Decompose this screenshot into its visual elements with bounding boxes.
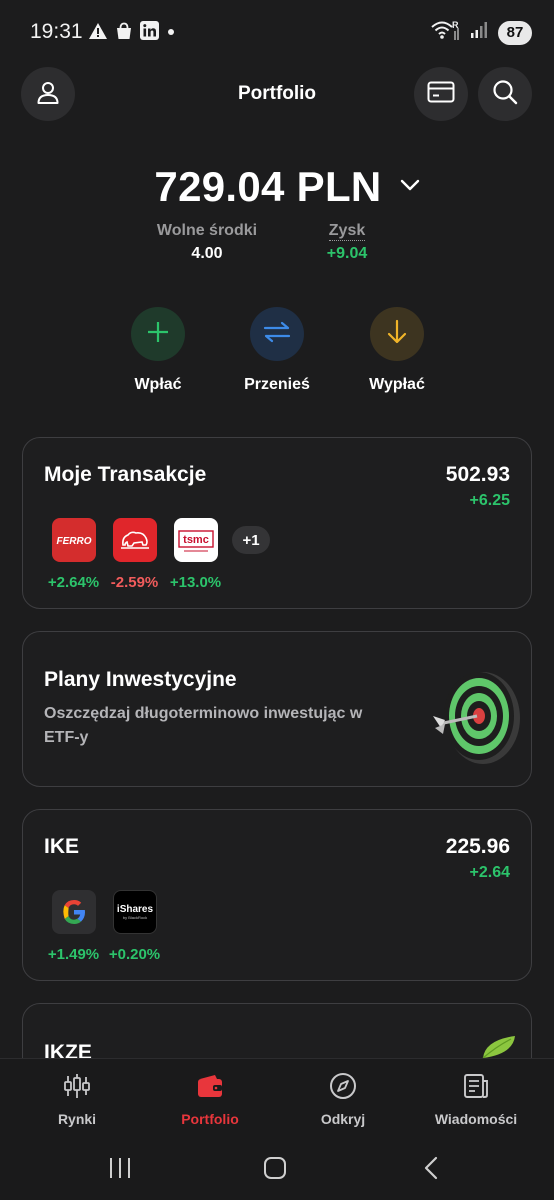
plans-description: Oszczędzaj długoterminowo inwestując w E… [44,705,363,746]
google-logo [51,890,96,934]
nav-label: Rynki [57,1111,97,1127]
status-time: 19:31 [30,20,83,43]
holding-change: -2.59% [110,574,159,591]
more-holdings-badge[interactable]: +1 [232,526,270,554]
transfer-button[interactable]: Przenieś [222,307,332,394]
battery-indicator: 87 [498,20,532,45]
page-title: Portfolio [237,83,317,104]
transfer-icon [262,321,292,348]
holding-change: +13.0% [169,574,222,591]
nav-label: Odkryj [320,1111,366,1127]
nav-label: Wiadomości [434,1111,518,1127]
search-button[interactable] [478,67,532,121]
ishares-logo: iShares by BlackRock [112,890,157,934]
ike-value: 225.96 [445,835,510,858]
holding-item[interactable]: +1.49% [43,890,104,963]
plans-title: Plany Inwestycyjne [44,668,237,691]
nav-item-odkryj[interactable]: Odkryj [283,1072,403,1127]
transactions-value: 502.93 [445,463,510,486]
holding-change: +1.49% [47,946,100,963]
compass-icon [329,1072,357,1105]
back-button[interactable] [422,1156,440,1185]
nav-label: Portfolio [181,1111,239,1127]
wallet-icon [196,1073,224,1104]
dot-icon [166,24,176,42]
free-funds-label: Wolne środki [156,222,258,239]
ike-holdings: +1.49% iShares by BlackRock +0.20% [43,890,165,963]
holding-item[interactable]: tsmc +13.0% [165,518,226,591]
recent-apps-button[interactable] [107,1156,133,1185]
transfer-label: Przenieś [244,376,310,393]
ike-change: +2.64 [469,864,510,881]
linkedin-icon [140,21,159,45]
ike-card[interactable]: IKE 225.96 +2.64 +1.49% iShares by BlackR… [22,809,532,981]
transactions-holdings: FERRO +2.64% -2.59% tsmc +13.0% +1 [43,518,270,591]
holding-change: +2.64% [47,574,100,591]
tsmc-logo: tsmc [173,518,218,562]
arrow-down-icon [386,319,408,350]
candlestick-icon [63,1073,91,1104]
svg-text:tsmc: tsmc [183,534,209,546]
card-icon [427,81,455,108]
free-funds: Wolne środki 4.00 [147,222,267,263]
system-navigation-bar [0,1136,554,1200]
transactions-card[interactable]: Moje Transakcje 502.93 +6.25 FERRO +2.64… [22,437,532,609]
svg-text:FERRO: FERRO [56,536,91,547]
holding-item[interactable]: -2.59% [104,518,165,591]
status-bar: 19:31 R 87 [0,0,554,64]
holding-item[interactable]: iShares by BlackRock +0.20% [104,890,165,963]
investment-plans-card[interactable]: Plany Inwestycyjne Oszczędzaj długotermi… [22,631,532,787]
status-icons-right: R 87 [430,19,532,46]
target-icon [427,666,523,771]
transactions-title: Moje Transakcje [44,463,207,486]
withdraw-label: Wypłać [369,376,425,393]
free-funds-value: 4.00 [191,245,223,262]
bison-logo-icon [112,518,157,562]
ferro-logo: FERRO [51,518,96,562]
ike-title: IKE [44,835,80,858]
bottom-navigation: Rynki Portfolio Odkryj Wiadomości [0,1058,554,1136]
nav-item-rynki[interactable]: Rynki [17,1073,137,1127]
deposit-button[interactable]: Wpłać [103,307,213,394]
transactions-change: +6.25 [469,492,510,509]
status-icons-left [88,21,176,45]
warning-icon [88,22,108,45]
svg-text:iShares: iShares [116,904,153,915]
wifi-icon: R [430,19,460,46]
total-balance: 729.04 PLN [154,163,382,210]
search-icon [492,79,518,110]
balance-selector[interactable]: 729.04 PLN [0,163,554,211]
plus-icon [146,320,170,349]
signal-icon [470,21,488,44]
profit[interactable]: Zysk +9.04 [297,222,397,263]
card-button[interactable] [414,67,468,121]
holding-item[interactable]: FERRO +2.64% [43,518,104,591]
profit-value: +9.04 [326,245,368,262]
news-icon [463,1073,489,1104]
holding-change: +0.20% [108,946,161,963]
nav-item-portfolio[interactable]: Portfolio [150,1073,270,1127]
withdraw-button[interactable]: Wypłać [342,307,452,394]
app-header: Portfolio [0,66,554,122]
chevron-down-icon [400,178,420,197]
profit-label: Zysk [328,222,366,241]
shopping-bag-icon [115,22,133,45]
home-button[interactable] [263,1156,287,1185]
svg-text:by BlackRock: by BlackRock [122,915,146,920]
deposit-label: Wpłać [134,376,182,393]
nav-item-wiadomosci[interactable]: Wiadomości [416,1073,536,1127]
